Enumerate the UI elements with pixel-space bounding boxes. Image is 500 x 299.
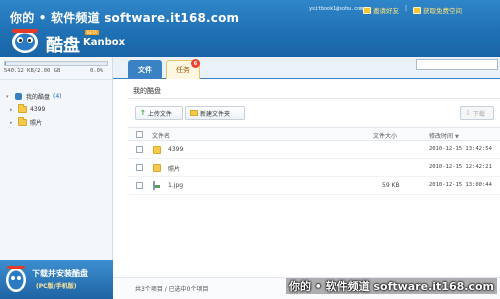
- logo-text-cn: 酷盘: [46, 36, 80, 56]
- sort-desc-icon: ▼: [454, 134, 459, 140]
- tasks-count-badge: 6: [191, 59, 200, 68]
- free-space-label: 获取免费空间: [423, 7, 462, 15]
- file-size: 59 KB: [382, 182, 400, 189]
- storage-progress-bar: [4, 61, 108, 66]
- folder-icon: [18, 104, 27, 113]
- new-folder-label: 新建文件夹: [200, 110, 231, 118]
- download-icon: ⇩: [465, 109, 471, 117]
- file-name[interactable]: 1.jpg: [168, 182, 183, 189]
- user-drive-icon: [14, 92, 23, 101]
- file-table: 文件名 文件大小 修改时间 ▼ 4399 2010-12-15 13:42:54…: [128, 127, 500, 195]
- table-row[interactable]: 4399 2010-12-15 13:42:54: [128, 141, 500, 159]
- kanbox-mascot-icon: [6, 266, 26, 292]
- new-folder-icon: [190, 110, 198, 116]
- invite-friends-link[interactable]: 邀请好友: [363, 5, 399, 15]
- toolbar-divider: [128, 98, 500, 99]
- beta-badge: BETA: [85, 30, 100, 35]
- invite-icon: [363, 6, 371, 14]
- watermark-text-bottom: 你的 • 软件频道 software.it168.com: [285, 278, 497, 294]
- status-bar: 共3个项目 / 已选中0个项目 你的 • 软件频道 software.it168…: [113, 277, 500, 299]
- folder-tree: ▾ 我的酷盘 (4) ▸ 4399 ▸ 照片: [6, 90, 62, 129]
- tree-root-label: 我的酷盘: [26, 94, 51, 101]
- tree-item-photos[interactable]: ▸ 照片: [6, 116, 62, 129]
- expand-icon[interactable]: ▸: [10, 107, 15, 113]
- download-label: 下载: [472, 110, 485, 118]
- sidebar: 540.12 KB/2.00 GB 0.0% ▾ 我的酷盘 (4) ▸ 4399…: [0, 57, 113, 299]
- folder-icon: [18, 117, 27, 126]
- column-header-date[interactable]: 修改时间 ▼: [429, 131, 459, 140]
- select-all-checkbox[interactable]: [136, 131, 143, 138]
- row-checkbox[interactable]: [136, 182, 143, 189]
- upload-file-button[interactable]: ↑ 上传文件: [135, 106, 183, 120]
- gift-icon: [413, 6, 421, 14]
- logo-text-en: Kanbox: [83, 37, 126, 48]
- expand-icon[interactable]: ▸: [10, 120, 15, 126]
- collapse-icon[interactable]: ▾: [6, 94, 11, 100]
- storage-percent-text: 0.0%: [90, 68, 104, 74]
- column-header-name[interactable]: 文件名: [152, 131, 170, 140]
- kanbox-mascot-icon: [12, 29, 38, 53]
- storage-usage-text: 540.12 KB/2.00 GB: [4, 68, 61, 74]
- folder-icon: [153, 146, 161, 154]
- storage-progress-fill: [5, 62, 6, 65]
- tree-item-4399[interactable]: ▸ 4399: [6, 103, 62, 116]
- column-header-size[interactable]: 文件大小: [373, 131, 397, 140]
- download-button[interactable]: ⇩ 下载: [460, 106, 494, 120]
- sidebar-divider: [0, 79, 112, 80]
- promo-subtitle: (PC版/手机版): [36, 283, 77, 290]
- tree-item-label: 照片: [30, 120, 43, 127]
- main-panel: 文件 任务 6 我的酷盘 ↑ 上传文件 新建文件夹 ⇩ 下载 文件名 文件大小 …: [113, 57, 500, 299]
- download-client-banner[interactable]: 下载并安装酷盘 (PC版/手机版): [0, 260, 113, 299]
- upload-icon: ↑: [140, 109, 146, 117]
- row-checkbox[interactable]: [136, 164, 143, 171]
- tab-files[interactable]: 文件: [128, 60, 162, 79]
- file-modified-date: 2010-12-15 12:42:21: [429, 164, 492, 170]
- breadcrumb: 我的酷盘: [133, 87, 161, 95]
- upload-label: 上传文件: [147, 110, 172, 118]
- new-folder-button[interactable]: 新建文件夹: [185, 106, 245, 120]
- row-checkbox[interactable]: [136, 146, 143, 153]
- file-modified-date: 2010-12-15 13:42:54: [429, 146, 492, 152]
- column-header-date-label: 修改时间: [429, 133, 454, 140]
- tree-root-my-kanbox[interactable]: ▾ 我的酷盘 (4): [6, 90, 62, 103]
- image-file-icon: [153, 181, 155, 190]
- invite-label: 邀请好友: [373, 7, 399, 15]
- selection-status: 共3个项目 / 已选中0个项目: [135, 286, 209, 293]
- watermark-text: 你的 • 软件频道 software.it168.com: [10, 11, 240, 25]
- search-input[interactable]: [416, 59, 498, 70]
- file-name[interactable]: 照片: [168, 164, 180, 173]
- file-modified-date: 2010-12-15 13:00:44: [429, 182, 492, 188]
- app-header: 你的 • 软件频道 software.it168.com 酷盘 BETA Kan…: [0, 0, 500, 57]
- table-row[interactable]: 照片 2010-12-15 12:42:21: [128, 159, 500, 177]
- file-name[interactable]: 4399: [168, 146, 183, 153]
- user-email[interactable]: ysitbook1@sohu.com: [309, 6, 363, 12]
- get-free-space-link[interactable]: 获取免费空间: [413, 5, 462, 15]
- header-separator: |: [405, 5, 408, 12]
- tab-bar: 文件 任务 6: [113, 57, 500, 79]
- folder-icon: [153, 164, 161, 172]
- table-row[interactable]: 1.jpg 59 KB 2010-12-15 13:00:44: [128, 177, 500, 195]
- table-header: 文件名 文件大小 修改时间 ▼: [128, 127, 500, 141]
- promo-title: 下载并安装酷盘: [32, 269, 88, 278]
- tree-item-label: 4399: [30, 106, 46, 113]
- tree-root-count: (4): [53, 93, 62, 100]
